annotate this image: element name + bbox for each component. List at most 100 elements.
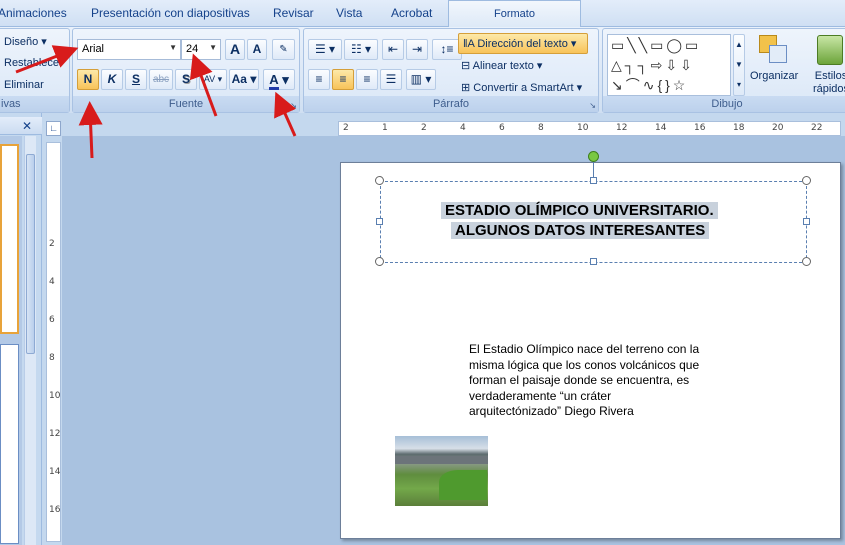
tab-animaciones[interactable]: Animaciones <box>0 6 67 20</box>
tab-presentacion[interactable]: Presentación con diapositivas <box>91 6 250 20</box>
text-direction-button[interactable]: ‖A Dirección del texto ▾ <box>458 33 588 54</box>
ruler-number: 2 <box>421 123 427 133</box>
tab-vista[interactable]: Vista <box>336 6 362 20</box>
group-parrafo: ☰ ▾ ☷ ▾ ⇤ ⇥ ↕≡ ≡ ≡ ≡ ☰ ▥ ▾ ‖A Dirección … <box>303 28 599 113</box>
columns-icon: ▥ ▾ <box>410 72 432 86</box>
ruler-number: 16 <box>49 505 61 515</box>
resize-handle-bl[interactable] <box>375 257 384 266</box>
ruler-number: 4 <box>460 123 466 133</box>
stadium-field <box>439 470 487 500</box>
ruler-number: 22 <box>811 123 823 133</box>
tab-formato-label: Formato <box>494 8 535 20</box>
ruler-number: 18 <box>733 123 745 133</box>
align-right-icon: ≡ <box>363 72 371 86</box>
increase-indent-icon: ⇥ <box>411 42 423 56</box>
vertical-ruler: 2 4 6 8 10 12 14 16 <box>46 142 61 542</box>
slide-thumbnail[interactable] <box>0 144 19 334</box>
horizontal-ruler: 2 1 2 4 6 8 10 12 14 16 18 20 22 <box>338 121 841 136</box>
body-line: verdaderamente “un cráter <box>469 388 612 403</box>
decrease-indent-button[interactable]: ⇤ <box>382 39 404 60</box>
body-line: arquitectónizado” Diego Rivera <box>469 404 634 418</box>
slide-title-line-2[interactable]: ALGUNOS DATOS INTERESANTES <box>451 222 710 239</box>
quick-styles-icon <box>817 35 843 65</box>
tab-acrobat[interactable]: Acrobat <box>391 6 432 20</box>
ruler-number: 6 <box>49 315 55 325</box>
slide-title-line-1[interactable]: ESTADIO OLÍMPICO UNIVERSITARIO. <box>441 202 718 219</box>
tab-formato[interactable]: Formato <box>448 0 581 27</box>
smartart-button[interactable]: ⊞ Convertir a SmartArt ▾ <box>461 81 582 94</box>
more-icon: ▾ <box>736 80 741 89</box>
ruler-number: 12 <box>616 123 628 133</box>
ruler-number: 6 <box>499 123 505 133</box>
center-icon: ≡ <box>339 72 347 86</box>
slide-thumbnail[interactable] <box>0 344 19 544</box>
ruler-number: 2 <box>49 239 55 249</box>
ruler-number: 10 <box>577 123 589 133</box>
arrange-icon <box>759 35 789 65</box>
text-direction-label: Dirección del texto <box>477 38 568 50</box>
ruler-number: 1 <box>382 123 388 133</box>
resize-handle-tr[interactable] <box>802 176 811 185</box>
group-dibujo: ▭╲╲▭◯▭ △┐┐⇨⇩⇩ ↘⌒∿{}☆ ▲ ▼ ▾ Organizar Estilos… <box>602 28 845 113</box>
chevron-down-icon: ▼ <box>735 60 743 69</box>
resize-handle-left[interactable] <box>376 218 383 225</box>
stadium-stands <box>395 456 488 464</box>
arrow-to-font-size <box>189 53 218 117</box>
resize-handle-tl[interactable] <box>375 176 384 185</box>
tab-revisar[interactable]: Revisar <box>273 6 314 20</box>
arrow-to-font-name <box>15 45 79 74</box>
align-right-button[interactable]: ≡ <box>356 69 378 90</box>
arrange-button[interactable]: Organizar <box>750 70 798 82</box>
body-line: forman el paisaje donde se encuentra, es <box>469 373 690 387</box>
quick-styles-button[interactable]: Estilos rápidos <box>811 70 845 96</box>
resize-handle-right[interactable] <box>803 218 810 225</box>
ruler-number: 8 <box>49 353 55 363</box>
smartart-icon: ⊞ <box>461 82 471 94</box>
smartart-label: Convertir a SmartArt <box>473 82 574 94</box>
shapes-gallery-icon: ▭╲╲▭◯▭ △┐┐⇨⇩⇩ ↘⌒∿{}☆ <box>611 37 702 93</box>
increase-indent-button[interactable]: ⇥ <box>406 39 428 60</box>
thumbnail-scrollbar[interactable] <box>24 136 36 545</box>
arrow-to-bold <box>78 101 103 159</box>
annotation-arrows <box>15 45 297 159</box>
body-text[interactable]: El Estadio Olímpico nace del terreno con… <box>469 342 719 420</box>
numbering-button[interactable]: ☷ ▾ <box>344 39 378 60</box>
line-spacing-icon: ↕≡ <box>440 42 454 56</box>
resize-handle-bottom[interactable] <box>590 258 597 265</box>
justify-button[interactable]: ☰ <box>380 69 402 90</box>
ruler-number: 8 <box>538 123 544 133</box>
ruler-number: 14 <box>655 123 667 133</box>
group-label-dibujo: Dibujo <box>603 96 845 112</box>
shapes-gallery[interactable]: ▭╲╲▭◯▭ △┐┐⇨⇩⇩ ↘⌒∿{}☆ <box>607 34 731 96</box>
shapes-scroll[interactable]: ▲ ▼ ▾ <box>733 34 745 96</box>
ruler-number: 20 <box>772 123 784 133</box>
text-direction-icon: ‖A <box>463 38 475 50</box>
columns-button[interactable]: ▥ ▾ <box>406 69 436 90</box>
arrange-label: Organizar <box>750 70 799 82</box>
decrease-indent-icon: ⇤ <box>387 42 399 56</box>
ruler-number: 12 <box>49 429 61 439</box>
align-text-label: Alinear texto <box>472 60 534 72</box>
resize-handle-top[interactable] <box>590 177 597 184</box>
ruler-number: 14 <box>49 467 61 477</box>
stadium-photo[interactable] <box>395 436 488 506</box>
align-text-button[interactable]: ⊟ Alinear texto ▾ <box>461 59 542 72</box>
body-line: misma lógica que los conos volcánicos qu… <box>469 357 700 372</box>
center-button[interactable]: ≡ <box>332 69 354 90</box>
quick-styles-label: Estilos rápidos <box>812 70 845 95</box>
group-label-parrafo: Párrafo <box>304 96 598 112</box>
dialog-launcher-icon[interactable]: ↘ <box>589 101 596 110</box>
rotate-handle[interactable] <box>588 151 599 162</box>
justify-icon: ☰ <box>385 72 397 86</box>
numbering-icon: ☷ ▾ <box>350 42 372 56</box>
scroll-thumb[interactable] <box>26 154 35 354</box>
ruler-number: 4 <box>49 277 55 287</box>
ruler-number: 10 <box>49 391 61 401</box>
chevron-up-icon: ▲ <box>735 40 743 49</box>
resize-handle-br[interactable] <box>802 257 811 266</box>
body-line: El Estadio Olímpico nace del terreno con… <box>469 342 700 356</box>
arrow-to-font-color <box>274 91 297 137</box>
align-text-icon: ⊟ <box>461 60 471 72</box>
ribbon-tab-bar: Animaciones Presentación con diapositiva… <box>0 0 845 27</box>
slide-thumbnails <box>0 136 22 545</box>
